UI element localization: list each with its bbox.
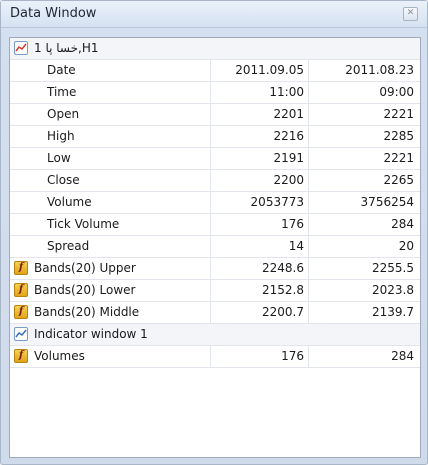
function-icon bbox=[14, 305, 28, 319]
row-label: Bands(20) Upper bbox=[34, 261, 136, 275]
row-value-2: 3756254 bbox=[360, 195, 414, 209]
symbol-row[interactable]: خسا پا 1,H1 bbox=[10, 38, 420, 60]
table-row[interactable]: Low 2191 2221 bbox=[10, 148, 420, 170]
table-row[interactable]: Open 2201 2221 bbox=[10, 104, 420, 126]
table-row[interactable]: High 2216 2285 bbox=[10, 126, 420, 148]
close-icon[interactable]: ✕ bbox=[403, 7, 418, 21]
row-value-1: 2216 bbox=[273, 129, 304, 143]
row-value-2: 2221 bbox=[383, 151, 414, 165]
row-value-2: 2139.7 bbox=[372, 305, 414, 319]
row-label: Volumes bbox=[34, 349, 85, 363]
table-row[interactable]: Date 2011.09.05 2011.08.23 bbox=[10, 60, 420, 82]
chart-icon bbox=[14, 41, 28, 55]
table-row[interactable]: Volume 2053773 3756254 bbox=[10, 192, 420, 214]
row-label: Open bbox=[47, 107, 80, 121]
function-icon bbox=[14, 261, 28, 275]
row-value-2: 2265 bbox=[383, 173, 414, 187]
row-value-2: 2285 bbox=[383, 129, 414, 143]
row-label: Close bbox=[47, 173, 80, 187]
row-value-1: 14 bbox=[288, 239, 304, 253]
row-label: Spread bbox=[47, 239, 90, 253]
indicator-row[interactable]: Bands(20) Lower 2152.8 2023.8 bbox=[10, 280, 420, 302]
row-value-1: 2200.7 bbox=[262, 305, 304, 319]
row-value-2: 20 bbox=[398, 239, 414, 253]
row-value-1: 2201 bbox=[273, 107, 304, 121]
row-value-2: 284 bbox=[391, 217, 414, 231]
indicator-window-row[interactable]: Indicator window 1 bbox=[10, 324, 420, 346]
row-label: Tick Volume bbox=[47, 217, 120, 231]
data-table: خسا پا 1,H1 Date 2011.09.05 2011.08.23 T… bbox=[9, 37, 421, 458]
title-bar[interactable]: Data Window ✕ bbox=[1, 1, 427, 28]
indicator-window-label: Indicator window 1 bbox=[34, 327, 148, 341]
function-icon bbox=[14, 283, 28, 297]
row-value-2: 2011.08.23 bbox=[345, 63, 414, 77]
row-value-1: 2200 bbox=[273, 173, 304, 187]
row-value-1: 2011.09.05 bbox=[235, 63, 304, 77]
table-row[interactable]: Tick Volume 176 284 bbox=[10, 214, 420, 236]
row-label: Bands(20) Lower bbox=[34, 283, 136, 297]
row-value-1: 2191 bbox=[273, 151, 304, 165]
row-label: Volume bbox=[47, 195, 92, 209]
indicator-row[interactable]: Volumes 176 284 bbox=[10, 346, 420, 368]
indicator-row[interactable]: Bands(20) Middle 2200.7 2139.7 bbox=[10, 302, 420, 324]
row-value-1: 2053773 bbox=[250, 195, 304, 209]
function-icon bbox=[14, 349, 28, 363]
row-value-1: 11:00 bbox=[269, 85, 304, 99]
table-row[interactable]: Close 2200 2265 bbox=[10, 170, 420, 192]
window-title: Data Window bbox=[10, 6, 97, 21]
row-label: Low bbox=[47, 151, 71, 165]
row-label: Date bbox=[47, 63, 76, 77]
row-value-2: 2255.5 bbox=[372, 261, 414, 275]
table-row[interactable]: Spread 14 20 bbox=[10, 236, 420, 258]
table-row[interactable]: Time 11:00 09:00 bbox=[10, 82, 420, 104]
row-label: High bbox=[47, 129, 75, 143]
row-value-1: 2152.8 bbox=[262, 283, 304, 297]
row-label: Time bbox=[47, 85, 77, 99]
indicator-row[interactable]: Bands(20) Upper 2248.6 2255.5 bbox=[10, 258, 420, 280]
row-value-2: 284 bbox=[391, 349, 414, 363]
chart-icon bbox=[14, 327, 28, 341]
row-value-1: 176 bbox=[281, 217, 304, 231]
row-value-2: 2023.8 bbox=[372, 283, 414, 297]
row-value-2: 09:00 bbox=[379, 85, 414, 99]
symbol-label: خسا پا 1,H1 bbox=[34, 41, 99, 55]
row-value-1: 2248.6 bbox=[262, 261, 304, 275]
row-label: Bands(20) Middle bbox=[34, 305, 140, 319]
row-value-2: 2221 bbox=[383, 107, 414, 121]
row-value-1: 176 bbox=[281, 349, 304, 363]
data-window: Data Window ✕ خسا پا 1,H1 Date 2011.09.0… bbox=[0, 0, 428, 465]
